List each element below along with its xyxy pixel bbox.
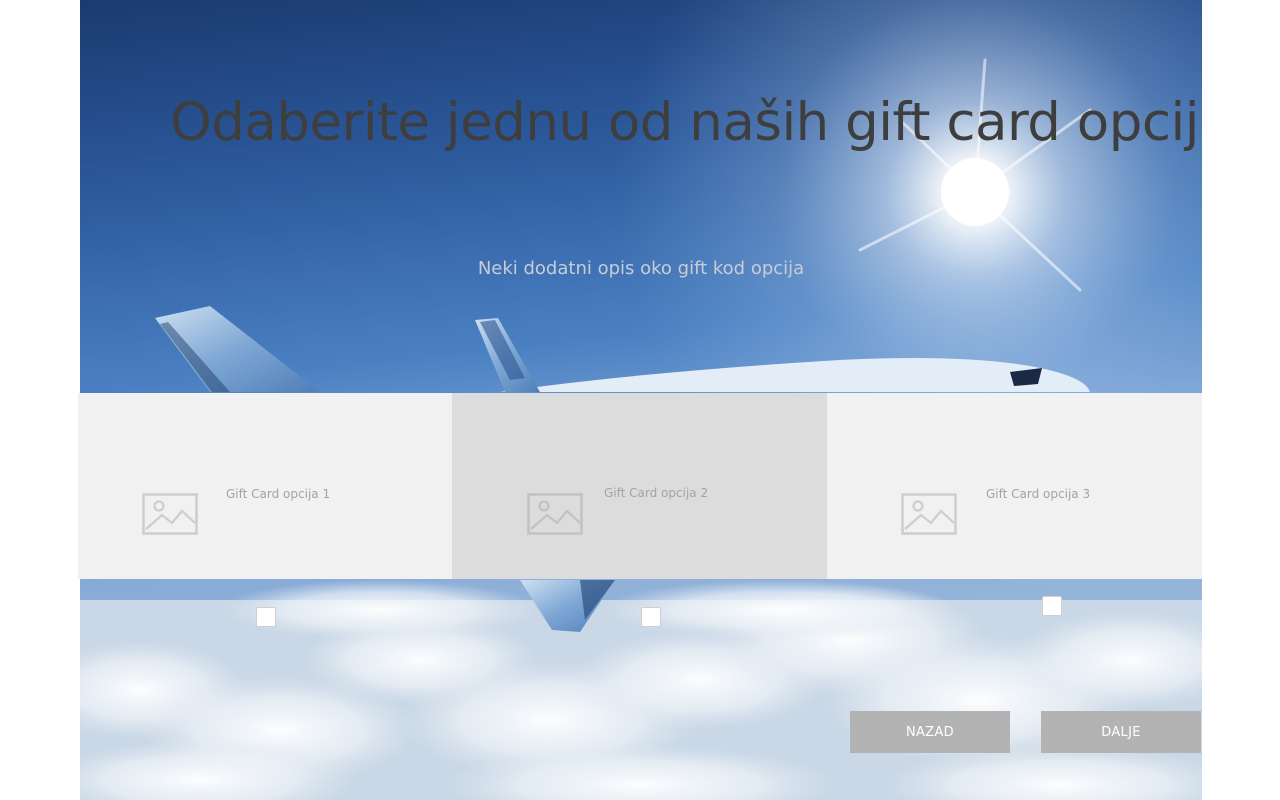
image-placeholder-icon <box>142 493 198 535</box>
gift-card-option-1[interactable]: Gift Card opcija 1 <box>78 393 452 579</box>
gift-card-option-label: Gift Card opcija 3 <box>986 487 1091 501</box>
gift-card-option-label: Gift Card opcija 1 <box>226 487 331 501</box>
gift-card-option-label: Gift Card opcija 2 <box>604 486 709 500</box>
gift-card-option-1-checkbox[interactable] <box>256 607 276 627</box>
gift-card-option-2[interactable]: Gift Card opcija 2 <box>452 393 827 579</box>
image-placeholder-icon <box>901 493 957 535</box>
page-title: Odaberite jednu od naših gift card opcij… <box>170 92 1202 153</box>
gift-card-options: Gift Card opcija 1 Gift Card opcija 2 Gi… <box>78 393 1202 579</box>
page-subtitle: Neki dodatni opis oko gift kod opcija <box>477 258 805 279</box>
gift-card-option-3-checkbox[interactable] <box>1042 596 1062 616</box>
back-button[interactable]: NAZAD <box>850 711 1010 753</box>
gift-card-option-2-checkbox[interactable] <box>641 607 661 627</box>
image-placeholder-icon <box>527 493 583 535</box>
gift-card-option-3[interactable]: Gift Card opcija 3 <box>827 393 1202 579</box>
next-button[interactable]: DALJE <box>1041 711 1201 753</box>
